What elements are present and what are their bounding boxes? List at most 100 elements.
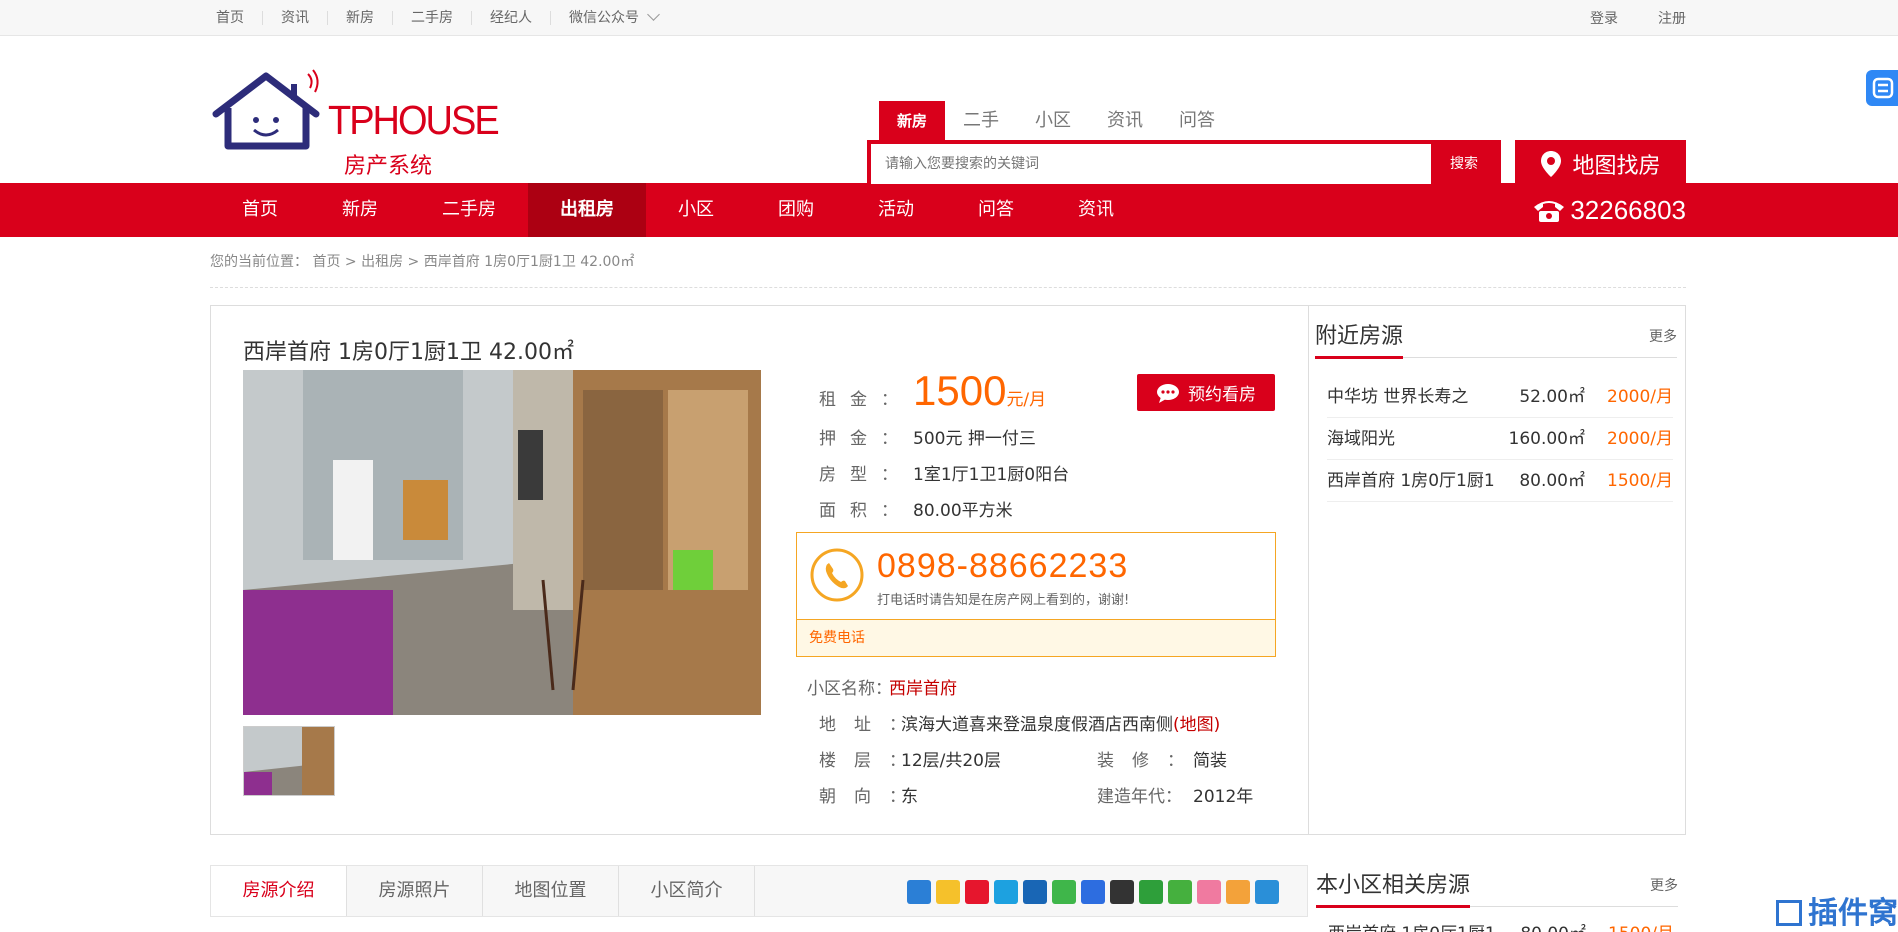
map-search-label: 地图找房 xyxy=(1572,154,1661,179)
tab-map-location[interactable]: 地图位置 xyxy=(483,866,619,916)
baidu-icon[interactable] xyxy=(1081,880,1105,904)
search-tab-community[interactable]: 小区 xyxy=(1017,101,1089,141)
wechat-icon[interactable] xyxy=(1052,880,1076,904)
related-item-price: 1500/月 xyxy=(1608,919,1674,932)
search-box: 搜索 xyxy=(867,140,1501,188)
breadcrumb-home[interactable]: 首页 xyxy=(312,254,340,270)
free-call-link[interactable]: 免费电话 xyxy=(797,619,1275,656)
top-nav-agent[interactable]: 经纪人 xyxy=(471,11,550,25)
douban-icon[interactable] xyxy=(1139,880,1163,904)
register-link[interactable]: 注册 xyxy=(1658,8,1686,28)
nearby-item-name: 西岸首府 1房0厅1厨1 xyxy=(1327,471,1495,491)
qq-icon[interactable] xyxy=(1110,880,1134,904)
watermark-icon xyxy=(1776,900,1802,926)
search-input[interactable] xyxy=(871,144,1431,184)
renmin-icon[interactable] xyxy=(1226,880,1250,904)
plus-icon[interactable] xyxy=(907,880,931,904)
hotline-number: 32266803 xyxy=(1570,194,1686,225)
wechat-label: 微信公众号 xyxy=(569,10,639,26)
community-link[interactable]: 西岸首府 xyxy=(889,679,957,699)
chat-bubble-icon xyxy=(1157,383,1179,403)
top-nav-news[interactable]: 资讯 xyxy=(262,11,327,25)
area-label: 面积： xyxy=(819,501,912,521)
room-photo-image xyxy=(243,370,761,715)
address-label: 地址： xyxy=(819,715,924,735)
search-button[interactable]: 搜索 xyxy=(1431,144,1497,184)
top-nav-new-house[interactable]: 新房 xyxy=(327,11,392,25)
map-search-button[interactable]: 地图找房 xyxy=(1515,140,1686,188)
year-label: 建造年代： xyxy=(1097,787,1182,807)
nav-group-buy[interactable]: 团购 xyxy=(746,183,846,237)
orientation-label: 朝向： xyxy=(819,787,924,807)
tab-listing-intro[interactable]: 房源介绍 xyxy=(211,866,347,916)
search-tab-qa[interactable]: 问答 xyxy=(1161,101,1233,141)
nearby-item-price: 2000/月 xyxy=(1607,429,1673,449)
book-viewing-label: 预约看房 xyxy=(1188,385,1256,405)
contact-phone[interactable]: 0898-88662233 xyxy=(877,547,1128,586)
nearby-item-size: 52.00㎡ xyxy=(1519,387,1585,407)
listing-photo[interactable] xyxy=(243,370,761,715)
nearby-item[interactable]: 中华坊 世界长寿之 52.00㎡ 2000/月 xyxy=(1327,376,1673,418)
book-viewing-button[interactable]: 预约看房 xyxy=(1137,374,1275,411)
tqq-icon[interactable] xyxy=(994,880,1018,904)
map-link[interactable]: (地图) xyxy=(1173,715,1220,735)
contact-box: 0898-88662233 打电话时请告知是在房产网上看到的，谢谢! 免费电话 xyxy=(796,532,1276,657)
top-nav: 首页 资讯 新房 二手房 经纪人 微信公众号 xyxy=(210,0,676,36)
side-tool-button[interactable] xyxy=(1866,70,1898,106)
breadcrumb-sep: > xyxy=(407,254,420,270)
tab-community-intro[interactable]: 小区简介 xyxy=(619,866,755,916)
search-tab-news[interactable]: 资讯 xyxy=(1089,101,1161,141)
nav-home[interactable]: 首页 xyxy=(210,183,310,237)
weibo-icon[interactable] xyxy=(965,880,989,904)
renren-icon[interactable] xyxy=(1023,880,1047,904)
nearby-more-link[interactable]: 更多 xyxy=(1649,326,1677,346)
nearby-item[interactable]: 海域阳光 160.00㎡ 2000/月 xyxy=(1327,418,1673,460)
nav-news[interactable]: 资讯 xyxy=(1046,183,1146,237)
related-item[interactable]: 西岸首府 1房0厅1厨1 80.00㎡ 1500/月 xyxy=(1328,919,1674,932)
nav-community[interactable]: 小区 xyxy=(646,183,746,237)
watermark: 插件窝 xyxy=(1776,888,1898,932)
search-tab-second-hand[interactable]: 二手 xyxy=(945,101,1017,141)
nav-second-hand[interactable]: 二手房 xyxy=(410,183,528,237)
login-link[interactable]: 登录 xyxy=(1590,8,1618,28)
community-label: 小区名称： xyxy=(807,679,892,699)
nav-new-house[interactable]: 新房 xyxy=(310,183,410,237)
site-logo[interactable]: TPHOUSE 房产系统 xyxy=(210,64,500,179)
related-item-name: 西岸首府 1房0厅1厨1 xyxy=(1328,919,1496,932)
breadcrumb-rental[interactable]: 出租房 xyxy=(361,254,403,270)
watermark-text: 插件窝 xyxy=(1808,896,1898,931)
qzone-icon[interactable] xyxy=(936,880,960,904)
main-nav: 首页 新房 二手房 出租房 小区 团购 活动 问答 资讯 32266803 xyxy=(0,183,1898,237)
nearby-item[interactable]: 西岸首府 1房0厅1厨1 80.00㎡ 1500/月 xyxy=(1327,460,1673,502)
location-pin-icon xyxy=(1541,151,1562,177)
house-logo-icon xyxy=(212,69,320,150)
nearby-item-price: 1500/月 xyxy=(1607,471,1673,491)
nearby-item-price: 2000/月 xyxy=(1607,387,1673,407)
photo-thumbnail[interactable] xyxy=(243,726,335,796)
related-more-link[interactable]: 更多 xyxy=(1650,875,1678,895)
nearby-item-size: 80.00㎡ xyxy=(1519,471,1585,491)
search-tab-new-house[interactable]: 新房 xyxy=(879,101,946,141)
share-bar xyxy=(907,880,1279,904)
related-item-size: 80.00㎡ xyxy=(1520,919,1586,932)
tab-listing-photos[interactable]: 房源照片 xyxy=(347,866,483,916)
top-nav-second-hand[interactable]: 二手房 xyxy=(392,11,471,25)
room-thumbnail-image xyxy=(244,727,334,795)
logo-subtitle: 房产系统 xyxy=(344,154,433,179)
kaixin-icon[interactable] xyxy=(1168,880,1192,904)
nearby-item-name: 中华坊 世界长寿之 xyxy=(1327,387,1469,407)
top-nav-home[interactable]: 首页 xyxy=(210,11,262,25)
nav-qa[interactable]: 问答 xyxy=(946,183,1046,237)
tianya-icon[interactable] xyxy=(1197,880,1221,904)
search-tabs: 新房 二手 小区 资讯 问答 xyxy=(879,101,1233,141)
top-nav-wechat[interactable]: 微信公众号 xyxy=(550,8,676,26)
chevron-down-icon xyxy=(647,8,660,21)
more-share-icon[interactable] xyxy=(1255,880,1279,904)
top-bar: 首页 资讯 新房 二手房 经纪人 微信公众号 登录 注册 xyxy=(0,0,1898,36)
nearby-panel: 附近房源 更多 中华坊 世界长寿之 52.00㎡ 2000/月 海域阳光 160… xyxy=(1309,306,1685,834)
deposit-value: 500元 押一付三 xyxy=(913,429,1036,449)
nearby-item-size: 160.00㎡ xyxy=(1508,429,1585,449)
breadcrumb: 您的当前位置： 首页 > 出租房 > 西岸首府 1房0厅1厨1卫 42.00㎡ xyxy=(210,237,1686,288)
nav-activity[interactable]: 活动 xyxy=(846,183,946,237)
nav-rental[interactable]: 出租房 xyxy=(528,183,646,237)
